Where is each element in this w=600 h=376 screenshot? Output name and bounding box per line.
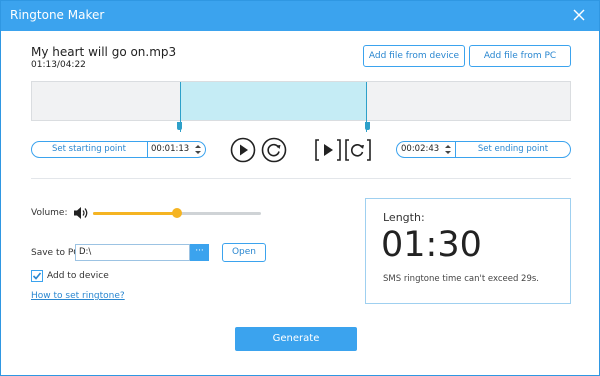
browse-button[interactable]: ···: [190, 244, 209, 261]
close-icon[interactable]: [571, 7, 587, 23]
replay-icon[interactable]: [261, 137, 287, 163]
end-time-field[interactable]: 00:02:43: [401, 142, 439, 157]
set-starting-point-button[interactable]: Set starting point: [32, 142, 146, 157]
checkmark-icon: [32, 272, 42, 280]
open-button[interactable]: Open: [222, 243, 266, 262]
selected-segment[interactable]: [180, 82, 367, 120]
window-title: Ringtone Maker: [10, 8, 105, 22]
ringtone-maker-window: Ringtone Maker My heart will go on.mp3 0…: [0, 0, 600, 376]
end-point-control: 00:02:43 Set ending point: [396, 141, 571, 158]
start-time-spinner-icon[interactable]: [195, 144, 201, 155]
volume-label: Volume:: [31, 208, 68, 218]
volume-slider[interactable]: [93, 208, 261, 218]
end-time-spinner-icon[interactable]: [445, 144, 451, 155]
length-panel: Length: 01:30 SMS ringtone time can't ex…: [365, 198, 571, 304]
start-time-field[interactable]: 00:01:13: [151, 142, 189, 157]
add-file-from-device-button[interactable]: Add file from device: [363, 45, 465, 67]
audio-timeline[interactable]: [31, 81, 571, 132]
file-name: My heart will go on.mp3: [31, 45, 177, 59]
generate-button[interactable]: Generate: [235, 327, 357, 351]
add-file-from-pc-button[interactable]: Add file from PC: [469, 45, 571, 67]
play-icon[interactable]: [230, 137, 256, 163]
add-to-device-label: Add to device: [47, 271, 109, 281]
replay-segment-icon[interactable]: [344, 138, 372, 162]
end-marker-handle[interactable]: [365, 122, 371, 130]
length-title: Length:: [383, 211, 425, 224]
volume-slider-fill: [93, 212, 177, 215]
title-bar: Ringtone Maker: [1, 1, 599, 31]
start-point-control: Set starting point 00:01:13: [31, 141, 206, 158]
how-to-set-ringtone-link[interactable]: How to set ringtone?: [31, 291, 125, 301]
start-marker-handle[interactable]: [177, 122, 183, 130]
length-note: SMS ringtone time can't exceed 29s.: [383, 274, 540, 284]
volume-slider-thumb[interactable]: [172, 208, 182, 218]
play-segment-icon[interactable]: [314, 138, 342, 162]
set-ending-point-button[interactable]: Set ending point: [456, 142, 570, 157]
save-path-input[interactable]: D:\: [75, 244, 190, 261]
file-position: 01:13/04:22: [31, 60, 86, 70]
divider: [147, 142, 148, 157]
volume-icon[interactable]: [73, 206, 89, 220]
add-to-device-checkbox[interactable]: [31, 270, 43, 282]
section-divider: [31, 178, 571, 179]
length-value: 01:30: [381, 225, 482, 265]
